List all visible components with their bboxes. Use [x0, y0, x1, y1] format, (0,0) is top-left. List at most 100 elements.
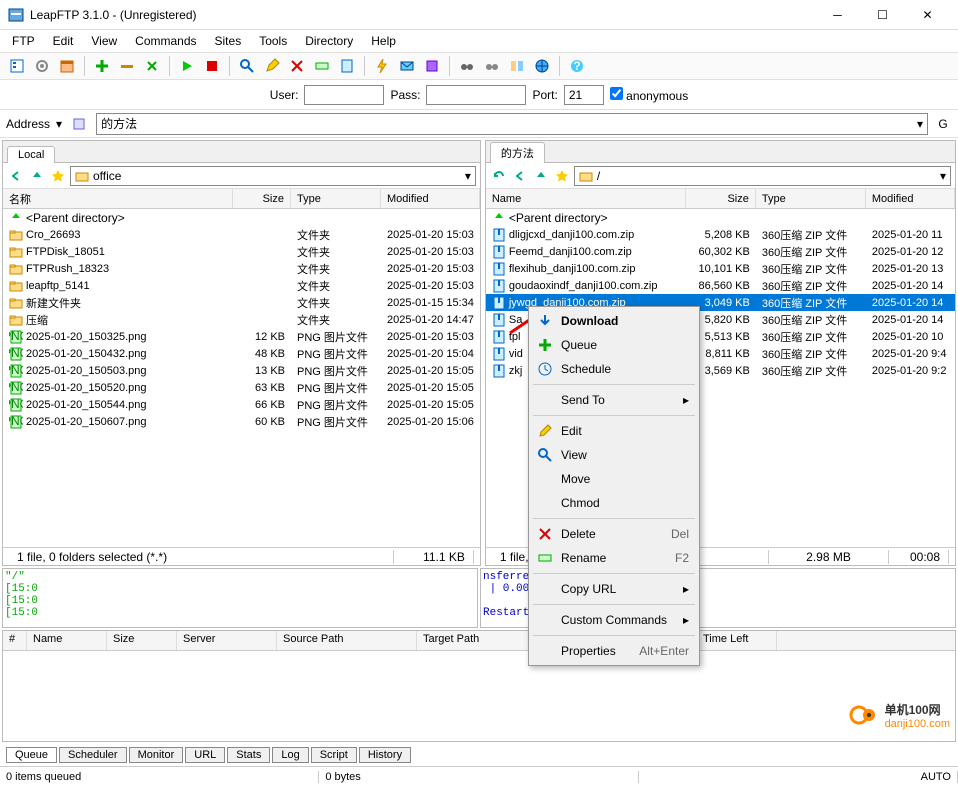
anon-checkbox[interactable]: anonymous [610, 87, 688, 103]
binoculars-icon[interactable] [456, 55, 478, 77]
close-button[interactable]: ✕ [905, 1, 950, 29]
user-input[interactable] [304, 85, 384, 105]
bottom-tab-history[interactable]: History [359, 747, 411, 763]
bottom-tab-log[interactable]: Log [272, 747, 308, 763]
ctx-schedule[interactable]: Schedule [531, 357, 697, 381]
remote-fav-icon[interactable] [553, 167, 571, 185]
local-back-icon[interactable] [7, 167, 25, 185]
queue-body[interactable] [3, 651, 955, 741]
remote-tab[interactable]: 的方法 [490, 142, 545, 163]
menu-commands[interactable]: Commands [129, 32, 202, 50]
list-item[interactable]: PNG2025-01-20_150503.png13 KBPNG 图片文件202… [3, 362, 480, 379]
list-item[interactable]: PNG2025-01-20_150520.png63 KBPNG 图片文件202… [3, 379, 480, 396]
globe-icon[interactable] [531, 55, 553, 77]
list-item[interactable]: flexihub_danji100.com.zip10,101 KB360压缩 … [486, 260, 955, 277]
bottom-tab-url[interactable]: URL [185, 747, 225, 763]
list-item[interactable]: Cro_26693文件夹2025-01-20 15:03 [3, 226, 480, 243]
menu-edit[interactable]: Edit [47, 32, 80, 50]
menu-help[interactable]: Help [365, 32, 402, 50]
disconnect-icon[interactable] [116, 55, 138, 77]
address-dropdown-icon[interactable]: ▾ [56, 117, 62, 131]
local-col-size[interactable]: Size [233, 189, 291, 208]
ctx-rename[interactable]: RenameF2 [531, 546, 697, 570]
local-col-mod[interactable]: Modified [381, 189, 480, 208]
queue-col[interactable]: # [3, 631, 27, 650]
queue-col[interactable]: Source Path [277, 631, 417, 650]
list-item[interactable]: dligjcxd_danji100.com.zip5,208 KB360压缩 Z… [486, 226, 955, 243]
calendar-icon[interactable] [56, 55, 78, 77]
connect-icon[interactable] [91, 55, 113, 77]
help-icon[interactable]: ? [566, 55, 588, 77]
edit-icon[interactable] [261, 55, 283, 77]
remote-refresh-icon[interactable] [490, 167, 508, 185]
remote-col-name[interactable]: Name [486, 189, 686, 208]
minimize-button[interactable]: ─ [815, 1, 860, 29]
address-book-icon[interactable] [68, 113, 90, 135]
remote-col-size[interactable]: Size [686, 189, 756, 208]
queue-col[interactable]: Size [107, 631, 177, 650]
remote-col-mod[interactable]: Modified [866, 189, 955, 208]
menu-view[interactable]: View [85, 32, 123, 50]
command-icon[interactable] [421, 55, 443, 77]
ctx-queue[interactable]: Queue [531, 333, 697, 357]
remote-col-type[interactable]: Type [756, 189, 866, 208]
site-manager-icon[interactable] [6, 55, 28, 77]
list-item[interactable]: goudaoxindf_danji100.com.zip86,560 KB360… [486, 277, 955, 294]
remote-up-icon[interactable] [532, 167, 550, 185]
ctx-chmod[interactable]: Chmod [531, 491, 697, 515]
parent-dir[interactable]: <Parent directory> [3, 209, 480, 226]
bottom-tab-stats[interactable]: Stats [227, 747, 270, 763]
parent-dir[interactable]: <Parent directory> [486, 209, 955, 226]
list-item[interactable]: PNG2025-01-20_150607.png60 KBPNG 图片文件202… [3, 413, 480, 430]
menu-ftp[interactable]: FTP [6, 32, 41, 50]
address-input[interactable]: 的方法▾ [96, 113, 928, 135]
bottom-tab-scheduler[interactable]: Scheduler [59, 747, 127, 763]
ctx-edit[interactable]: Edit [531, 419, 697, 443]
ctx-view[interactable]: View [531, 443, 697, 467]
queue-col[interactable]: Name [27, 631, 107, 650]
list-item[interactable]: PNG2025-01-20_150432.png48 KBPNG 图片文件202… [3, 345, 480, 362]
bottom-tab-queue[interactable]: Queue [6, 747, 57, 763]
queue-col[interactable]: Server [177, 631, 277, 650]
ctx-delete[interactable]: DeleteDel [531, 522, 697, 546]
go-button[interactable]: G [934, 117, 952, 131]
list-item[interactable]: Feemd_danji100.com.zip60,302 KB360压缩 ZIP… [486, 243, 955, 260]
local-col-name[interactable]: 名称 [3, 189, 233, 208]
local-fav-icon[interactable] [49, 167, 67, 185]
lightning-icon[interactable] [371, 55, 393, 77]
ctx-copyurl[interactable]: Copy URL▸ [531, 577, 697, 601]
rename-icon[interactable] [311, 55, 333, 77]
ctx-sendto[interactable]: Send To▸ [531, 388, 697, 412]
delete-icon[interactable] [286, 55, 308, 77]
ctx-move[interactable]: Move [531, 467, 697, 491]
pass-input[interactable] [426, 85, 526, 105]
ctx-download[interactable]: Download [531, 309, 697, 333]
local-up-icon[interactable] [28, 167, 46, 185]
remote-path[interactable]: /▾ [574, 166, 951, 186]
local-tab[interactable]: Local [7, 146, 55, 163]
list-item[interactable]: 压缩文件夹2025-01-20 14:47 [3, 311, 480, 328]
reconnect-icon[interactable] [141, 55, 163, 77]
find-next-icon[interactable] [481, 55, 503, 77]
compare-icon[interactable] [506, 55, 528, 77]
stop-icon[interactable] [201, 55, 223, 77]
local-path[interactable]: office▾ [70, 166, 476, 186]
ctx-custom[interactable]: Custom Commands▸ [531, 608, 697, 632]
list-item[interactable]: leapftp_5141文件夹2025-01-20 15:03 [3, 277, 480, 294]
local-file-list[interactable]: <Parent directory> Cro_26693文件夹2025-01-2… [3, 209, 480, 547]
ctx-properties[interactable]: PropertiesAlt+Enter [531, 639, 697, 663]
maximize-button[interactable]: ☐ [860, 1, 905, 29]
search-icon[interactable] [236, 55, 258, 77]
port-input[interactable] [564, 85, 604, 105]
menu-sites[interactable]: Sites [209, 32, 248, 50]
list-item[interactable]: 新建文件夹文件夹2025-01-15 15:34 [3, 294, 480, 311]
queue-col[interactable]: Time Left [697, 631, 777, 650]
list-item[interactable]: PNG2025-01-20_150325.png12 KBPNG 图片文件202… [3, 328, 480, 345]
list-item[interactable]: FTPRush_18323文件夹2025-01-20 15:03 [3, 260, 480, 277]
menu-tools[interactable]: Tools [253, 32, 293, 50]
send-icon[interactable] [396, 55, 418, 77]
properties-icon[interactable] [336, 55, 358, 77]
gear-icon[interactable] [31, 55, 53, 77]
play-icon[interactable] [176, 55, 198, 77]
local-col-type[interactable]: Type [291, 189, 381, 208]
